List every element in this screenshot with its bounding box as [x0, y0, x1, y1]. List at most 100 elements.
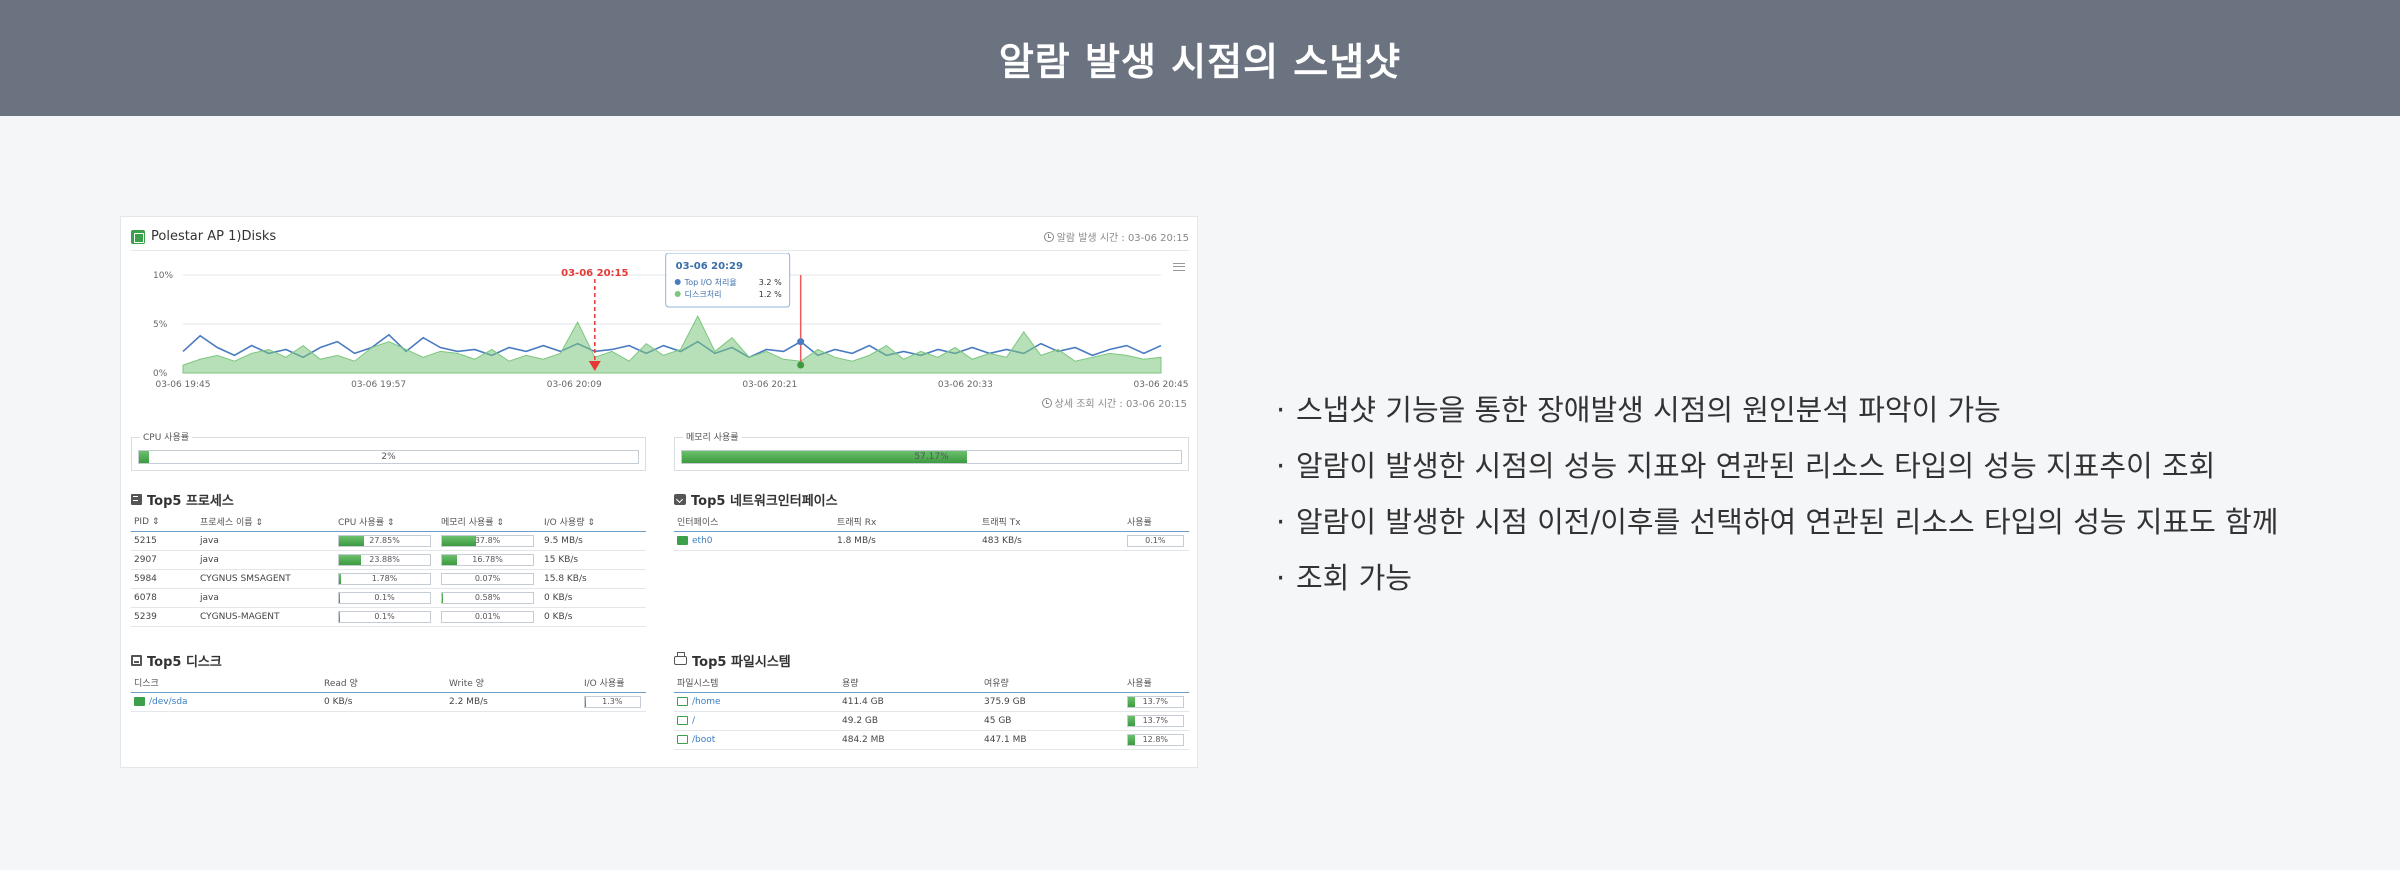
top5-disk-table: 디스크 Read 양 Write 양 I/O 사용률 /dev/sda 0 KB/s 2.…: [131, 674, 646, 712]
table-row[interactable]: eth0 1.8 MB/s 483 KB/s 0.1%: [674, 531, 1189, 551]
usage-bar: 23.88%: [338, 553, 432, 566]
column-header[interactable]: Write 양: [446, 674, 581, 693]
column-header[interactable]: 사용률: [1124, 674, 1189, 693]
top5-fs-table: 파일시스템 용량 여유량 사용률 /home 411.4 GB 375.9 GB 13.7%…: [674, 674, 1189, 750]
usage-bar: 1.3%: [584, 695, 641, 708]
column-header[interactable]: 용량: [839, 674, 981, 693]
row-label[interactable]: /home: [692, 697, 721, 707]
snapshot-title-wrap: Polestar AP 1)Disks: [131, 229, 276, 244]
feature-item-continued: 조회 가능: [1276, 550, 2366, 606]
cpu-usage-panel: CPU 사용률 2%: [131, 430, 646, 471]
interface-usage: 0.1%: [1124, 531, 1189, 551]
disk-name[interactable]: /dev/sda: [131, 692, 321, 712]
column-header[interactable]: 사용률: [1124, 513, 1189, 532]
row-label[interactable]: /: [692, 716, 695, 726]
usage-bar: 13.7%: [1127, 695, 1184, 708]
tooltip-series-name: 디스크처리: [685, 290, 722, 299]
interface-name[interactable]: eth0: [674, 531, 834, 551]
process-name: CYGNUS SMSAGENT: [197, 569, 335, 589]
column-header[interactable]: 트래픽 Tx: [979, 513, 1124, 532]
process-name: java: [197, 550, 335, 570]
usage-bar-value: 1.78%: [371, 573, 398, 583]
disk-usage: 1.3%: [581, 692, 646, 712]
chart-y-tick-label: 10%: [153, 271, 173, 281]
table-row[interactable]: /boot 484.2 MB 447.1 MB 12.8%: [674, 730, 1189, 750]
column-header[interactable]: Read 양: [321, 674, 446, 693]
filesystem-free: 45 GB: [981, 711, 1124, 731]
filesystem-name[interactable]: /boot: [674, 730, 839, 750]
table-row[interactable]: 6078 java 0.1% 0.58% 0 KB/s: [131, 588, 646, 608]
top5-fs-title-text: Top5 파일시스템: [692, 655, 791, 670]
query-time-label: 상세 조회 시간 : 03-06 20:15: [1054, 399, 1187, 410]
line-chart[interactable]: 0% 5% 10% 03-06 19:45 03-06 19:57 03-06 20:09…: [131, 252, 1189, 393]
filesystem-icon: [677, 715, 688, 725]
process-cpu: 0.1%: [335, 607, 438, 627]
column-header[interactable]: 메모리 사용률 ⇕: [438, 513, 541, 532]
tooltip-series-value: 3.2 %: [759, 278, 782, 287]
column-header[interactable]: CPU 사용률 ⇕: [335, 513, 438, 532]
usage-bar-value: 0.1%: [1145, 535, 1166, 545]
usage-bar: 0.07%: [441, 572, 535, 585]
tooltip-point: [797, 338, 805, 346]
process-io: 15 KB/s: [541, 550, 646, 570]
usage-bar: 16.78%: [441, 553, 535, 566]
top5-process-table: PID ⇕ 프로세스 이름 ⇕ CPU 사용률 ⇕ 메모리 사용률 ⇕ I/O 사용량 …: [131, 513, 646, 627]
table-row[interactable]: / 49.2 GB 45 GB 13.7%: [674, 711, 1189, 731]
row-label[interactable]: /boot: [692, 735, 715, 745]
usage-bar-value: 37.8%: [474, 535, 501, 545]
table-row[interactable]: 5239 CYGNUS-MAGENT 0.1% 0.01% 0 KB/s: [131, 607, 646, 627]
filesystem-free: 447.1 MB: [981, 730, 1124, 750]
chart-svg[interactable]: 0% 5% 10% 03-06 19:45 03-06 19:57 03-06 20:09…: [131, 252, 1189, 393]
usage-bar: 12.8%: [1127, 733, 1184, 746]
filesystem-name[interactable]: /: [674, 711, 839, 731]
chart-menu-icon[interactable]: [1173, 263, 1185, 271]
usage-bar-value: 0.1%: [374, 611, 395, 621]
usage-bar-value: 16.78%: [472, 554, 503, 564]
snapshot-header: Polestar AP 1)Disks 알람 발생 시간 : 03-06 20:…: [131, 223, 1189, 251]
memory-usage-panel: 메모리 사용률 57.17%: [674, 430, 1189, 471]
column-header[interactable]: 파일시스템: [674, 674, 839, 693]
memory-usage-label: 메모리 사용률: [683, 430, 742, 443]
filesystem-name[interactable]: /home: [674, 692, 839, 712]
column-header[interactable]: 프로세스 이름 ⇕: [197, 513, 335, 532]
alarm-marker-label: 03-06 20:15: [561, 268, 628, 279]
alarm-time-label: 알람 발생 시간 : 03-06 20:15: [1056, 233, 1189, 244]
top5-network-title-text: Top5 네트워크인터페이스: [691, 494, 838, 509]
row-label[interactable]: /dev/sda: [149, 697, 188, 707]
banner-title: 알람 발생 시점의 스냅샷: [998, 39, 1402, 84]
process-io: 15.8 KB/s: [541, 569, 646, 589]
top5-disk-title-text: Top5 디스크: [147, 655, 222, 670]
column-header[interactable]: I/O 사용률: [581, 674, 646, 693]
usage-bar: 13.7%: [1127, 714, 1184, 727]
usage-bar: 1.78%: [338, 572, 432, 585]
usage-bar: 0.1%: [338, 610, 432, 623]
filesystem-size: 484.2 MB: [839, 730, 981, 750]
filesystem-icon: [677, 696, 688, 706]
usage-bar: 0.58%: [441, 591, 535, 604]
row-label[interactable]: eth0: [692, 536, 713, 546]
column-header[interactable]: 디스크: [131, 674, 321, 693]
disk-write: 2.2 MB/s: [446, 692, 581, 712]
table-row[interactable]: /home 411.4 GB 375.9 GB 13.7%: [674, 692, 1189, 712]
table-row[interactable]: 2907 java 23.88% 16.78% 15 KB/s: [131, 550, 646, 570]
top5-fs-title: Top5 파일시스템: [674, 651, 791, 670]
column-header[interactable]: PID ⇕: [131, 513, 197, 532]
top5-network-table: 인터페이스 트래픽 Rx 트래픽 Tx 사용률 eth0 1.8 MB/s 483 KB/…: [674, 513, 1189, 551]
chart-x-tick-label: 03-06 19:45: [156, 380, 211, 390]
usage-bar-value: 0.58%: [474, 592, 501, 602]
table-row[interactable]: 5984 CYGNUS SMSAGENT 1.78% 0.07% 15.8 KB/s: [131, 569, 646, 589]
feature-item: 알람이 발생한 시점의 성능 지표와 연관된 리소스 타입의 성능 지표추이 조…: [1276, 438, 2366, 494]
column-header[interactable]: 인터페이스: [674, 513, 834, 532]
process-cpu: 0.1%: [335, 588, 438, 608]
usage-bar-value: 23.88%: [369, 554, 400, 564]
disk-icon: [131, 655, 142, 666]
tooltip-series-value: 1.2 %: [759, 290, 782, 299]
process-icon: [131, 494, 142, 505]
table-row[interactable]: 5215 java 27.85% 37.8% 9.5 MB/s: [131, 531, 646, 551]
table-row[interactable]: /dev/sda 0 KB/s 2.2 MB/s 1.3%: [131, 692, 646, 712]
device-icon: [677, 535, 688, 545]
column-header[interactable]: 여유량: [981, 674, 1124, 693]
column-header[interactable]: 트래픽 Rx: [834, 513, 979, 532]
process-cpu: 1.78%: [335, 569, 438, 589]
column-header[interactable]: I/O 사용량 ⇕: [541, 513, 646, 532]
